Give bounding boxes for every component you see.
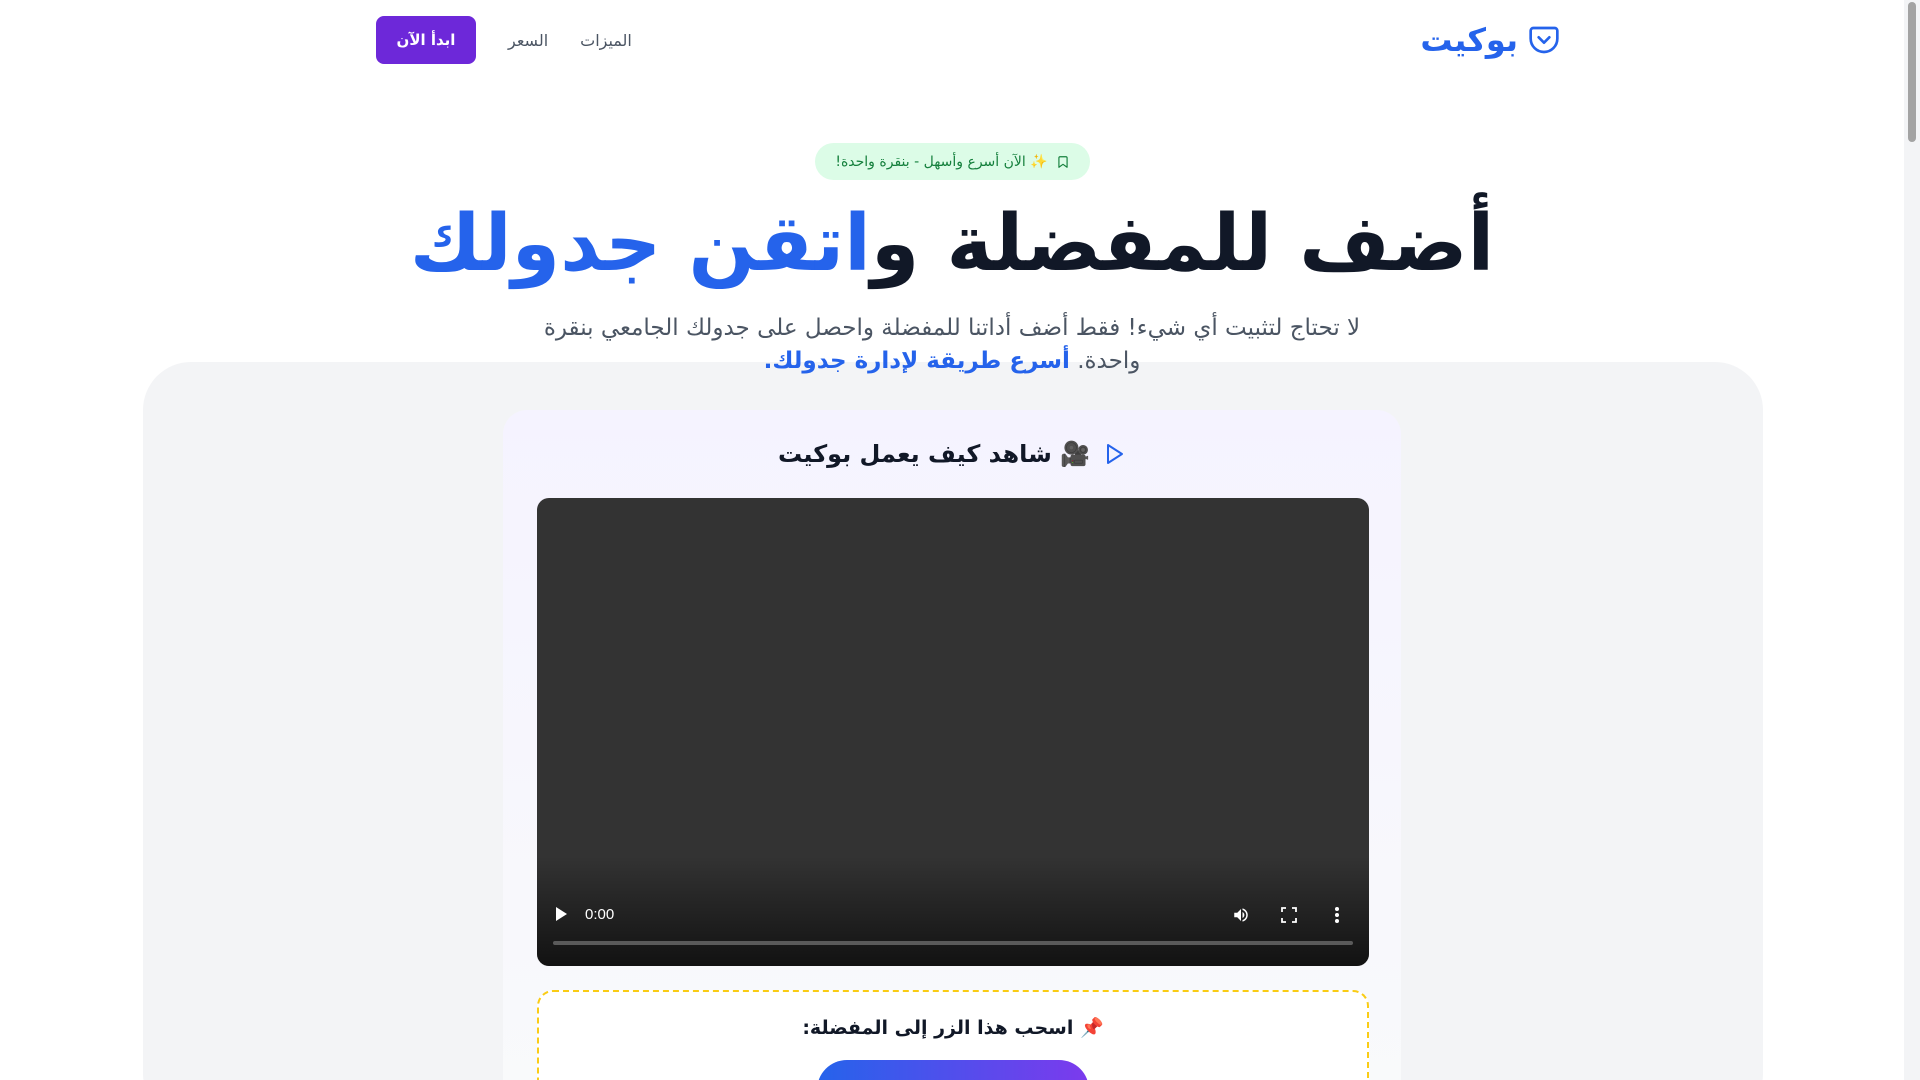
demo-heading: 🎥 شاهد كيف يعمل بوكيت <box>503 440 1401 468</box>
start-now-button[interactable]: ابدأ الآن <box>376 16 476 64</box>
nav-links: الميزات السعر <box>508 31 632 50</box>
play-icon <box>1107 444 1124 464</box>
bookmark-icon <box>1058 155 1068 168</box>
pocket-icon <box>1529 26 1559 54</box>
logo-text: بوكيت <box>1420 21 1518 59</box>
demo-video[interactable]: 0:00 <box>537 498 1369 966</box>
video-progress-track[interactable] <box>553 941 1353 945</box>
hero-title: أضف للمفضلة واتقن جدولك <box>0 194 1904 294</box>
badge-text: ✨ الآن أسرع وأسهل - بنقرة واحدة! <box>835 153 1048 170</box>
nav-link-features[interactable]: الميزات <box>580 31 632 50</box>
scrollbar-thumb[interactable] <box>1908 2 1916 142</box>
logo[interactable]: بوكيت <box>1420 18 1560 62</box>
bookmarklet-button[interactable] <box>817 1060 1089 1080</box>
main-nav: ابدأ الآن الميزات السعر <box>376 16 632 64</box>
hero-subtitle: لا تحتاج لتثبيت أي شيء! فقط أضف أداتنا ل… <box>520 312 1384 378</box>
hero-title-accent: اتقن جدولك <box>409 199 871 289</box>
site-header: بوكيت ابدأ الآن الميزات السعر <box>0 0 1904 80</box>
hero-title-main: أضف للمفضلة و <box>870 199 1495 289</box>
announcement-badge: ✨ الآن أسرع وأسهل - بنقرة واحدة! <box>815 143 1090 180</box>
play-icon[interactable] <box>553 906 569 922</box>
volume-icon[interactable] <box>1232 906 1250 924</box>
nav-link-pricing[interactable]: السعر <box>508 31 548 50</box>
page-scrollbar[interactable] <box>1904 0 1920 1080</box>
fullscreen-icon[interactable] <box>1281 907 1297 923</box>
hero-subtitle-highlight: أسرع طريقة لإدارة جدولك. <box>763 348 1070 374</box>
demo-heading-text: 🎥 شاهد كيف يعمل بوكيت <box>777 440 1091 468</box>
drag-instruction: 📌 اسحب هذا الزر إلى المفضلة: <box>802 1017 1104 1039</box>
more-vertical-icon[interactable] <box>1329 906 1345 924</box>
video-time: 0:00 <box>585 906 615 923</box>
